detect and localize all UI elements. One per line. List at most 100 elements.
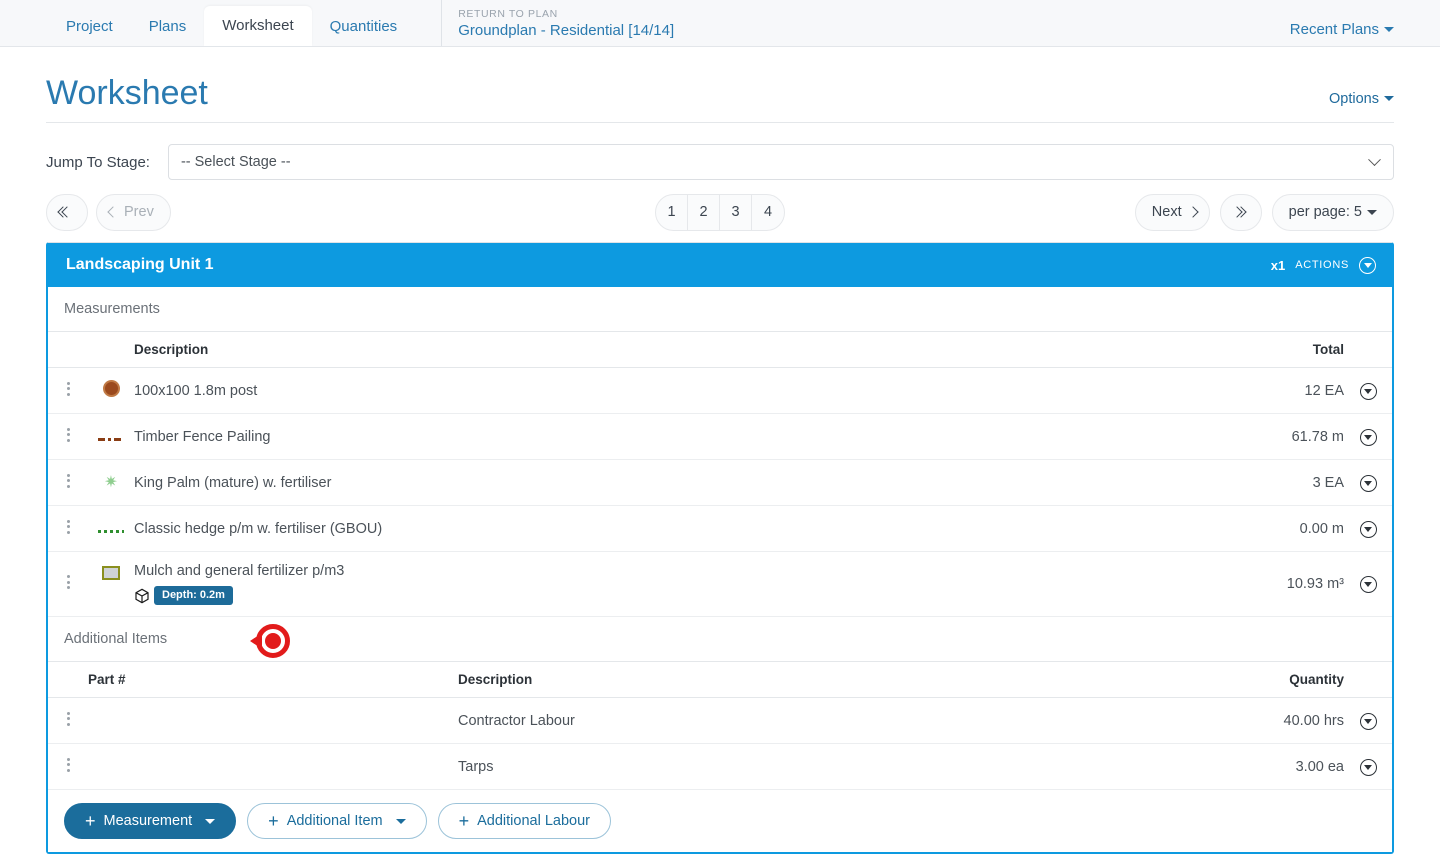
pagination-right-group: Next per page: 5 [1134, 193, 1394, 231]
drag-handle-icon[interactable] [66, 573, 70, 592]
additional-items-table: Part # Description Quantity Contractor L… [48, 662, 1392, 790]
card-title: Landscaping Unit 1 [66, 256, 214, 273]
depth-badge-wrap: Depth: 0.2m [134, 586, 1214, 605]
expand-chevron-down-icon[interactable] [1359, 474, 1377, 492]
chevron-down-icon [1367, 209, 1377, 215]
drag-handle-cell[interactable] [48, 413, 88, 460]
cube-icon [135, 588, 149, 603]
measurement-description: King Palm (mature) w. fertiliser [134, 459, 1214, 506]
table-row[interactable]: Contractor Labour 40.00 hrs [48, 697, 1392, 744]
next-page-button[interactable]: Next [1134, 193, 1210, 231]
item-description: Contractor Labour [458, 697, 1214, 744]
page-number-3[interactable]: 3 [720, 194, 752, 230]
page-number-4[interactable]: 4 [752, 195, 784, 230]
table-row[interactable]: Timber Fence Pailing 61.78 m [48, 413, 1392, 460]
table-row[interactable]: 100x100 1.8m post 12 EA [48, 367, 1392, 414]
item-description: Tarps [458, 743, 1214, 790]
page-number-group: 1 2 3 4 [655, 193, 785, 231]
first-page-button[interactable] [46, 193, 88, 231]
return-to-plan-block[interactable]: RETURN TO PLAN Groundplan - Residential … [458, 7, 674, 46]
expand-chevron-down-icon[interactable] [1359, 382, 1377, 400]
drag-handle-cell[interactable] [48, 459, 88, 506]
chevron-down-icon [1384, 27, 1394, 32]
item-part-number [88, 697, 458, 744]
top-navigation-bar: Project Plans Worksheet Quantities RETUR… [0, 0, 1440, 47]
page-number-2[interactable]: 2 [688, 194, 720, 230]
expand-chevron-down-icon[interactable] [1359, 758, 1377, 776]
table-row[interactable]: ✷ King Palm (mature) w. fertiliser 3 EA [48, 459, 1392, 506]
tab-plans[interactable]: Plans [131, 8, 205, 46]
double-chevron-left-icon [57, 206, 73, 218]
tab-quantities[interactable]: Quantities [312, 8, 416, 46]
actions-chevron-down-icon[interactable] [1359, 256, 1376, 274]
star-burst-icon: ✷ [104, 473, 118, 491]
measurement-total: 61.78 m [1214, 413, 1344, 460]
measurement-total: 0.00 m [1214, 505, 1344, 552]
card-header: Landscaping Unit 1 x1 ACTIONS [48, 243, 1392, 287]
expand-chevron-down-icon[interactable] [1359, 520, 1377, 538]
drag-handle-icon[interactable] [66, 379, 70, 398]
expand-row-cell[interactable] [1344, 367, 1392, 414]
recent-plans-dropdown[interactable]: Recent Plans [1290, 21, 1394, 38]
drag-handle-icon[interactable] [66, 709, 70, 728]
table-row[interactable]: Mulch and general fertilizer p/m3 Depth:… [48, 551, 1392, 617]
expand-row-cell[interactable] [1344, 551, 1392, 617]
next-page-label: Next [1151, 204, 1182, 220]
return-to-plan-link[interactable]: Groundplan - Residential [14/14] [458, 21, 674, 41]
prev-page-button[interactable]: Prev [96, 193, 171, 231]
add-additional-labour-label: Additional Labour [477, 813, 590, 829]
add-additional-item-button[interactable]: + Additional Item [247, 803, 427, 839]
jump-to-stage-row: Jump To Stage: -- Select Stage -- [46, 123, 1394, 180]
chevron-down-icon [1368, 152, 1381, 166]
dash-line-icon [98, 437, 124, 441]
nav-divider [441, 0, 443, 46]
tab-project[interactable]: Project [48, 8, 131, 46]
item-part-number [88, 743, 458, 790]
drag-handle-icon[interactable] [66, 755, 70, 774]
measurement-total: 12 EA [1214, 367, 1344, 414]
tab-worksheet[interactable]: Worksheet [204, 6, 312, 46]
per-page-dropdown[interactable]: per page: 5 [1271, 193, 1394, 231]
drag-handle-cell[interactable] [48, 551, 88, 617]
additional-items-section-label: Additional Items [48, 617, 1392, 662]
last-page-button[interactable] [1219, 193, 1262, 231]
expand-row-cell[interactable] [1344, 413, 1392, 460]
add-additional-labour-button[interactable]: + Additional Labour [437, 803, 611, 839]
part-column-header: Part # [88, 662, 458, 698]
stage-select[interactable]: -- Select Stage -- [167, 144, 1394, 180]
measurement-icon-cell [88, 551, 134, 617]
expand-chevron-down-icon[interactable] [1359, 576, 1377, 593]
card-header-actions: x1 ACTIONS [1271, 256, 1376, 274]
actions-label[interactable]: ACTIONS [1295, 259, 1349, 271]
plus-icon: + [85, 811, 96, 831]
drag-handle-icon[interactable] [66, 471, 70, 490]
expand-row-cell[interactable] [1344, 505, 1392, 552]
additional-items-label-text: Additional Items [64, 631, 168, 647]
drag-handle-cell[interactable] [48, 743, 88, 790]
chevron-down-icon [395, 818, 406, 824]
area-square-icon [102, 566, 120, 580]
expand-row-cell[interactable] [1344, 459, 1392, 506]
page-number-1[interactable]: 1 [656, 194, 688, 230]
expand-chevron-down-icon[interactable] [1359, 428, 1377, 446]
table-row[interactable]: Tarps 3.00 ea [48, 743, 1392, 790]
drag-handle-cell[interactable] [48, 505, 88, 552]
page-header: Worksheet Options [46, 47, 1394, 123]
nav-tabs: Project Plans Worksheet Quantities [48, 0, 415, 46]
expand-row-cell[interactable] [1344, 743, 1392, 790]
measurement-description: 100x100 1.8m post [134, 367, 1214, 414]
drag-handle-icon[interactable] [66, 517, 70, 536]
expand-row-cell[interactable] [1344, 697, 1392, 744]
handle-column-header [48, 332, 88, 368]
plus-icon: + [458, 811, 470, 831]
options-dropdown[interactable]: Options [1329, 91, 1394, 113]
drag-handle-icon[interactable] [66, 425, 70, 444]
dotted-line-icon [98, 529, 124, 533]
drag-handle-cell[interactable] [48, 697, 88, 744]
measurement-icon-cell [88, 413, 134, 460]
add-measurement-button[interactable]: + Measurement [64, 803, 237, 839]
drag-handle-cell[interactable] [48, 367, 88, 414]
table-row[interactable]: Classic hedge p/m w. fertiliser (GBOU) 0… [48, 505, 1392, 552]
expand-chevron-down-icon[interactable] [1359, 712, 1377, 730]
quantity-column-header: Quantity [1214, 662, 1344, 698]
